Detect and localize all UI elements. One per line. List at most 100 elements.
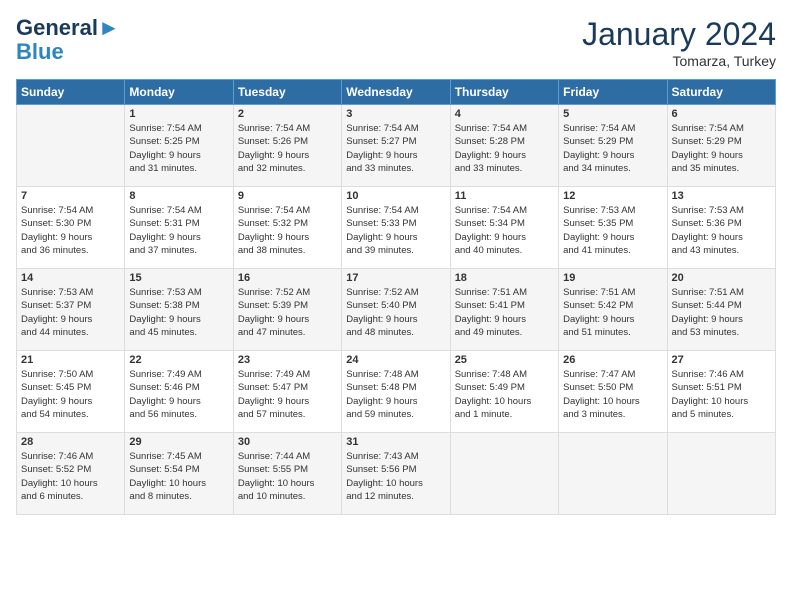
calendar-cell: 11 Sunrise: 7:54 AM Sunset: 5:34 PM Dayli… [450,187,558,269]
calendar-cell [559,433,667,515]
calendar-cell: 30 Sunrise: 7:44 AM Sunset: 5:55 PM Dayli… [233,433,341,515]
day-number: 8 [129,190,228,202]
header: General► Blue January 2024 Tomarza, Turk… [16,16,776,69]
day-of-week-header: Thursday [450,80,558,105]
calendar-cell: 10 Sunrise: 7:54 AM Sunset: 5:33 PM Dayli… [342,187,450,269]
day-of-week-header: Wednesday [342,80,450,105]
calendar-cell [667,433,775,515]
cell-content: Sunrise: 7:46 AM Sunset: 5:51 PM Dayligh… [672,368,771,421]
calendar-week-row: 1 Sunrise: 7:54 AM Sunset: 5:25 PM Daylig… [17,105,776,187]
location: Tomarza, Turkey [582,53,776,69]
calendar-cell: 18 Sunrise: 7:51 AM Sunset: 5:41 PM Dayli… [450,269,558,351]
cell-content: Sunrise: 7:54 AM Sunset: 5:30 PM Dayligh… [21,204,120,257]
calendar-cell: 21 Sunrise: 7:50 AM Sunset: 5:45 PM Dayli… [17,351,125,433]
cell-content: Sunrise: 7:54 AM Sunset: 5:31 PM Dayligh… [129,204,228,257]
day-number: 24 [346,354,445,366]
day-number: 20 [672,272,771,284]
day-number: 7 [21,190,120,202]
day-number: 29 [129,436,228,448]
cell-content: Sunrise: 7:54 AM Sunset: 5:33 PM Dayligh… [346,204,445,257]
cell-content: Sunrise: 7:48 AM Sunset: 5:49 PM Dayligh… [455,368,554,421]
day-of-week-header: Friday [559,80,667,105]
calendar-cell: 8 Sunrise: 7:54 AM Sunset: 5:31 PM Daylig… [125,187,233,269]
cell-content: Sunrise: 7:52 AM Sunset: 5:40 PM Dayligh… [346,286,445,339]
calendar-cell: 9 Sunrise: 7:54 AM Sunset: 5:32 PM Daylig… [233,187,341,269]
cell-content: Sunrise: 7:51 AM Sunset: 5:42 PM Dayligh… [563,286,662,339]
calendar-cell [17,105,125,187]
calendar-table: SundayMondayTuesdayWednesdayThursdayFrid… [16,79,776,515]
cell-content: Sunrise: 7:49 AM Sunset: 5:46 PM Dayligh… [129,368,228,421]
day-of-week-header: Saturday [667,80,775,105]
day-number: 14 [21,272,120,284]
day-number: 21 [21,354,120,366]
day-number: 3 [346,108,445,120]
calendar-cell: 24Sunrise: 7:48 AM Sunset: 5:48 PM Dayli… [342,351,450,433]
calendar-cell [450,433,558,515]
day-number: 26 [563,354,662,366]
calendar-cell: 23Sunrise: 7:49 AM Sunset: 5:47 PM Dayli… [233,351,341,433]
cell-content: Sunrise: 7:44 AM Sunset: 5:55 PM Dayligh… [238,450,337,503]
cell-content: Sunrise: 7:43 AM Sunset: 5:56 PM Dayligh… [346,450,445,503]
day-number: 12 [563,190,662,202]
page-container: General► Blue January 2024 Tomarza, Turk… [0,0,792,525]
day-number: 31 [346,436,445,448]
calendar-cell: 19 Sunrise: 7:51 AM Sunset: 5:42 PM Dayli… [559,269,667,351]
cell-content: Sunrise: 7:54 AM Sunset: 5:25 PM Dayligh… [129,122,228,175]
cell-content: Sunrise: 7:50 AM Sunset: 5:45 PM Dayligh… [21,368,120,421]
cell-content: Sunrise: 7:51 AM Sunset: 5:41 PM Dayligh… [455,286,554,339]
day-number: 19 [563,272,662,284]
calendar-cell: 2Sunrise: 7:54 AM Sunset: 5:26 PM Daylig… [233,105,341,187]
calendar-cell: 14 Sunrise: 7:53 AM Sunset: 5:37 PM Dayli… [17,269,125,351]
day-number: 15 [129,272,228,284]
month-title: January 2024 [582,16,776,53]
day-number: 13 [672,190,771,202]
day-number: 1 [129,108,228,120]
calendar-cell: 20 Sunrise: 7:51 AM Sunset: 5:44 PM Dayli… [667,269,775,351]
day-number: 18 [455,272,554,284]
day-number: 27 [672,354,771,366]
day-number: 11 [455,190,554,202]
calendar-cell: 3 Sunrise: 7:54 AM Sunset: 5:27 PM Daylig… [342,105,450,187]
calendar-cell: 1 Sunrise: 7:54 AM Sunset: 5:25 PM Daylig… [125,105,233,187]
day-number: 16 [238,272,337,284]
cell-content: Sunrise: 7:53 AM Sunset: 5:37 PM Dayligh… [21,286,120,339]
cell-content: Sunrise: 7:52 AM Sunset: 5:39 PM Dayligh… [238,286,337,339]
calendar-cell: 22 Sunrise: 7:49 AM Sunset: 5:46 PM Dayli… [125,351,233,433]
calendar-cell: 6Sunrise: 7:54 AM Sunset: 5:29 PM Daylig… [667,105,775,187]
calendar-cell: 31 Sunrise: 7:43 AM Sunset: 5:56 PM Dayli… [342,433,450,515]
day-number: 17 [346,272,445,284]
logo-blue: Blue [16,40,120,64]
day-of-week-header: Tuesday [233,80,341,105]
cell-content: Sunrise: 7:54 AM Sunset: 5:29 PM Dayligh… [672,122,771,175]
calendar-cell: 15 Sunrise: 7:53 AM Sunset: 5:38 PM Dayli… [125,269,233,351]
day-number: 4 [455,108,554,120]
calendar-cell: 16 Sunrise: 7:52 AM Sunset: 5:39 PM Dayli… [233,269,341,351]
cell-content: Sunrise: 7:53 AM Sunset: 5:38 PM Dayligh… [129,286,228,339]
calendar-cell: 13Sunrise: 7:53 AM Sunset: 5:36 PM Dayli… [667,187,775,269]
cell-content: Sunrise: 7:51 AM Sunset: 5:44 PM Dayligh… [672,286,771,339]
logo-text: General► [16,16,120,40]
cell-content: Sunrise: 7:54 AM Sunset: 5:34 PM Dayligh… [455,204,554,257]
calendar-cell: 28Sunrise: 7:46 AM Sunset: 5:52 PM Dayli… [17,433,125,515]
cell-content: Sunrise: 7:54 AM Sunset: 5:29 PM Dayligh… [563,122,662,175]
calendar-cell: 25 Sunrise: 7:48 AM Sunset: 5:49 PM Dayli… [450,351,558,433]
day-number: 10 [346,190,445,202]
cell-content: Sunrise: 7:54 AM Sunset: 5:32 PM Dayligh… [238,204,337,257]
cell-content: Sunrise: 7:54 AM Sunset: 5:26 PM Dayligh… [238,122,337,175]
calendar-week-row: 14 Sunrise: 7:53 AM Sunset: 5:37 PM Dayli… [17,269,776,351]
day-number: 30 [238,436,337,448]
calendar-week-row: 28Sunrise: 7:46 AM Sunset: 5:52 PM Dayli… [17,433,776,515]
calendar-cell: 26Sunrise: 7:47 AM Sunset: 5:50 PM Dayli… [559,351,667,433]
cell-content: Sunrise: 7:54 AM Sunset: 5:27 PM Dayligh… [346,122,445,175]
calendar-week-row: 7 Sunrise: 7:54 AM Sunset: 5:30 PM Daylig… [17,187,776,269]
calendar-cell: 12Sunrise: 7:53 AM Sunset: 5:35 PM Dayli… [559,187,667,269]
cell-content: Sunrise: 7:54 AM Sunset: 5:28 PM Dayligh… [455,122,554,175]
day-number: 5 [563,108,662,120]
calendar-cell: 4 Sunrise: 7:54 AM Sunset: 5:28 PM Daylig… [450,105,558,187]
day-number: 22 [129,354,228,366]
day-number: 9 [238,190,337,202]
day-number: 25 [455,354,554,366]
calendar-cell: 17 Sunrise: 7:52 AM Sunset: 5:40 PM Dayli… [342,269,450,351]
day-of-week-header: Monday [125,80,233,105]
calendar-cell: 27 Sunrise: 7:46 AM Sunset: 5:51 PM Dayli… [667,351,775,433]
